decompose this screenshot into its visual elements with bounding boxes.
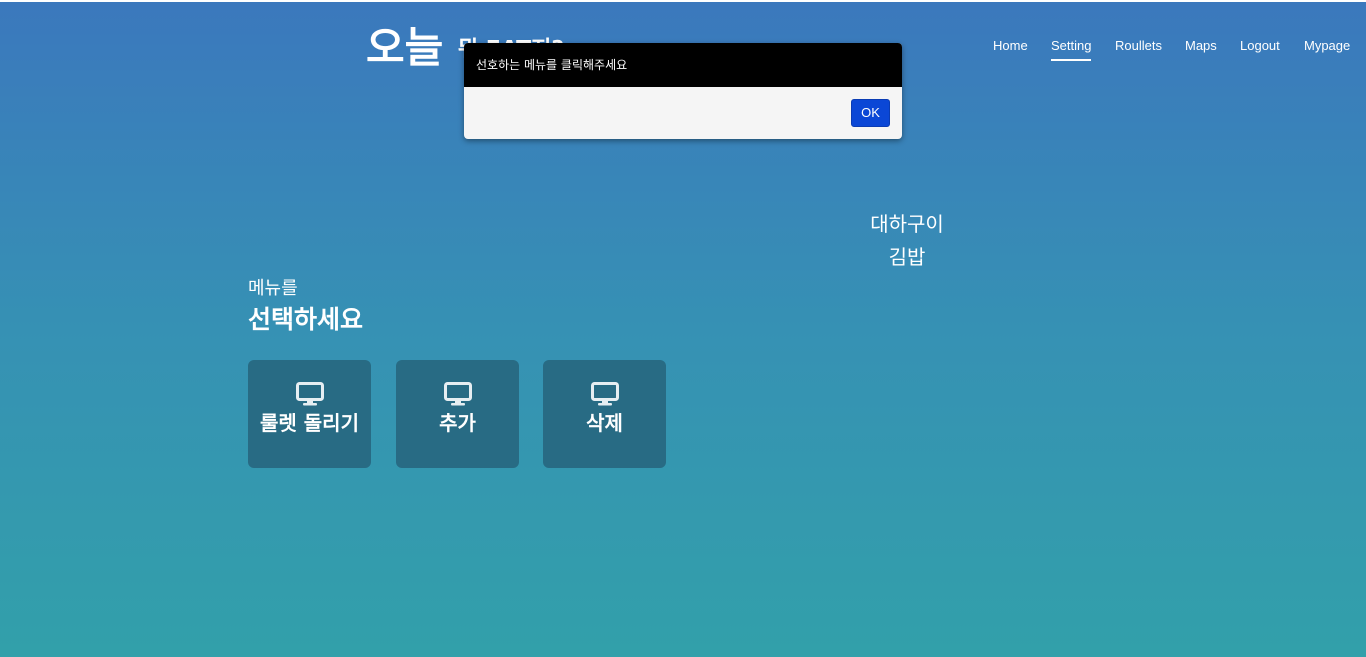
site-title-main: 오늘: [366, 23, 444, 72]
add-menu-label: 추가: [439, 411, 476, 435]
nav-maps[interactable]: Maps: [1185, 36, 1217, 56]
nav-logout[interactable]: Logout: [1240, 36, 1280, 56]
monitor-icon: [443, 382, 472, 406]
nav-roullets[interactable]: Roullets: [1115, 36, 1162, 56]
ok-button[interactable]: OK: [851, 99, 890, 127]
menu-subtitle: 메뉴를: [248, 278, 298, 299]
top-border: [0, 0, 1366, 2]
menu-title: 선택하세요: [248, 305, 364, 334]
selected-menu-list: 대하구이 김밥: [832, 208, 982, 274]
monitor-icon: [590, 382, 619, 406]
menu-item[interactable]: 김밥: [832, 241, 982, 274]
top-nav: Home Setting Roullets Maps Logout Mypage: [980, 36, 1360, 64]
nav-mypage[interactable]: Mypage: [1304, 36, 1350, 56]
monitor-icon: [295, 382, 324, 406]
nav-setting[interactable]: Setting: [1051, 36, 1092, 61]
alert-dialog: 선호하는 메뉴를 클릭해주세요 OK: [464, 43, 902, 139]
add-menu-button[interactable]: 추가: [396, 360, 519, 468]
menu-item[interactable]: 대하구이: [832, 208, 982, 241]
roulette-spin-button[interactable]: 룰렛 돌리기: [248, 360, 371, 468]
dialog-message: 선호하는 메뉴를 클릭해주세요: [464, 43, 902, 87]
nav-home[interactable]: Home: [993, 36, 1028, 56]
delete-menu-label: 삭제: [586, 411, 623, 435]
delete-menu-button[interactable]: 삭제: [543, 360, 666, 468]
roulette-spin-label: 룰렛 돌리기: [260, 411, 359, 435]
